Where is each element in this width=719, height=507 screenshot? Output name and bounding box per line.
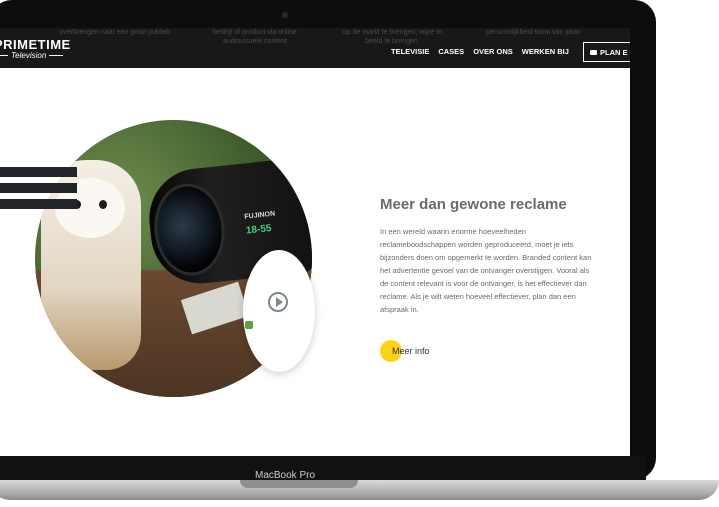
menu-bars bbox=[0, 167, 77, 215]
bar-shape bbox=[0, 183, 77, 193]
section-paragraph: In een wereld waarin enorme hoeveelheden… bbox=[380, 227, 592, 314]
ghost-text: bedrijf of product via online audiovisue… bbox=[213, 29, 297, 45]
main-menu: TELEVISIE CASES OVER ONS WERKEN BIJ bbox=[391, 47, 569, 56]
leaf-icon bbox=[245, 321, 253, 329]
lens-glass bbox=[149, 180, 230, 279]
tag-icon bbox=[590, 49, 597, 55]
logo-title: PRIMETIME bbox=[0, 37, 71, 52]
owl-eye bbox=[99, 200, 107, 209]
logo-subtitle: Television bbox=[0, 51, 71, 60]
nav-item-over-ons[interactable]: OVER ONS bbox=[473, 47, 513, 56]
lens-range: 18-55 bbox=[245, 222, 272, 237]
laptop-base bbox=[0, 480, 719, 500]
ghost-text: op de markt te brengen, wijze in beeld t… bbox=[342, 29, 443, 45]
laptop-bezel: overbrengen naar een groot publiek bedri… bbox=[0, 0, 656, 481]
plan-button-label: PLAN E bbox=[600, 47, 628, 57]
nav-item-werken-bij[interactable]: WERKEN BIJ bbox=[522, 47, 569, 56]
ghost-text: persoonlijkheid toont van jouw bbox=[486, 29, 580, 36]
section-headline: Meer dan gewone reclame bbox=[380, 196, 567, 213]
meer-info-link[interactable]: Meer info bbox=[392, 346, 430, 356]
lens-brand: FUJINON bbox=[244, 210, 276, 221]
top-navigation: overbrengen naar een groot publiek bedri… bbox=[0, 28, 630, 68]
plan-button[interactable]: PLAN E bbox=[583, 42, 630, 62]
play-icon[interactable] bbox=[268, 292, 288, 312]
website-screen: overbrengen naar een groot publiek bedri… bbox=[0, 28, 630, 456]
bar-shape bbox=[0, 167, 77, 177]
laptop-notch bbox=[240, 480, 358, 488]
logo-line bbox=[49, 55, 64, 56]
logo-sub-text: Television bbox=[11, 51, 47, 60]
brand-logo[interactable]: PRIMETIME Television bbox=[0, 38, 71, 60]
bar-shape bbox=[0, 199, 77, 209]
nav-item-cases[interactable]: CASES bbox=[438, 47, 464, 56]
ghost-text: overbrengen naar een groot publiek bbox=[59, 29, 171, 36]
video-panel bbox=[243, 250, 315, 372]
logo-line bbox=[0, 55, 8, 56]
nav-item-televisie[interactable]: TELEVISIE bbox=[391, 47, 429, 56]
webcam-icon bbox=[282, 12, 288, 18]
